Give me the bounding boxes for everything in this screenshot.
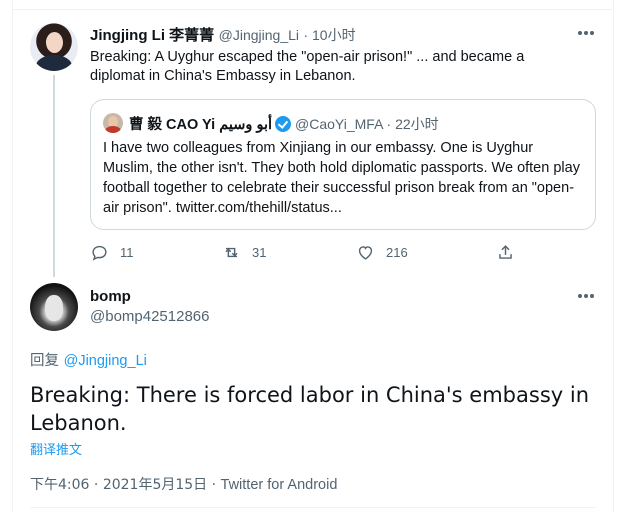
avatar-cao-yi xyxy=(103,113,123,133)
quoted-tweet-time: 22小时 xyxy=(395,116,439,132)
reply-more-icon[interactable] xyxy=(578,292,598,300)
retweet-count: 31 xyxy=(252,244,267,260)
tweet-date[interactable]: 2021年5月15日 xyxy=(103,477,207,493)
avatar-shoulders xyxy=(36,55,72,71)
quoted-tweet-card[interactable]: 曹 毅 CAO Yi أبو وسيم @CaoYi_MFA · 22小时 I h… xyxy=(90,99,596,230)
reply-author-handle[interactable]: @bomp42512866 xyxy=(90,308,210,325)
retweet-button[interactable]: 31 xyxy=(222,241,266,263)
avatar-mask xyxy=(45,295,63,321)
translate-tweet-link[interactable]: 翻译推文 xyxy=(30,439,82,458)
parent-author-handle[interactable]: @Jingjing_Li xyxy=(219,27,299,43)
replying-to-line: 回复 @Jingjing_Li xyxy=(30,349,147,370)
avatar-face xyxy=(46,32,63,53)
reply-count: 11 xyxy=(120,244,134,260)
tweet-meta-line: 下午4:06 · 2021年5月15日 · Twitter for Androi… xyxy=(30,474,337,494)
reply-author-name[interactable]: bomp xyxy=(90,288,131,305)
quoted-tweet-header: 曹 毅 CAO Yi أبو وسيم @CaoYi_MFA · 22小时 xyxy=(129,113,439,134)
quoted-tweet-text: I have two colleagues from Xinjiang in o… xyxy=(103,140,580,216)
verified-icon xyxy=(275,116,292,132)
replying-to-link[interactable]: @Jingjing_Li xyxy=(64,353,147,369)
parent-tweet-text: Breaking: A Uyghur escaped the "open-air… xyxy=(90,49,525,84)
share-button[interactable] xyxy=(496,241,515,263)
tweet-source[interactable]: Twitter for Android xyxy=(221,477,338,493)
parent-tweet-time[interactable]: 10小时 xyxy=(312,27,356,43)
reply-icon xyxy=(92,245,107,261)
quoted-separator: · xyxy=(382,116,396,132)
quoted-author-name: 曹 毅 CAO Yi أبو وسيم xyxy=(129,117,273,133)
avatar-bomp[interactable] xyxy=(30,283,78,331)
parent-author-name[interactable]: Jingjing Li 李菁菁 xyxy=(90,27,214,44)
tweet-time[interactable]: 下午4:06 xyxy=(30,477,89,493)
replying-to-prefix: 回复 xyxy=(30,353,59,369)
reply-button[interactable]: 11 xyxy=(90,241,134,263)
share-icon xyxy=(499,244,512,259)
bottom-divider xyxy=(30,507,596,508)
like-button[interactable]: 216 xyxy=(356,241,408,263)
like-count: 216 xyxy=(386,244,408,260)
meta-separator: · xyxy=(207,477,221,493)
avatar-jingjing-li[interactable] xyxy=(30,23,78,71)
like-icon xyxy=(358,245,373,260)
reply-tweet-text: Breaking: There is forced labor in China… xyxy=(30,383,590,435)
retweet-icon xyxy=(225,247,238,257)
avatar-shoulders xyxy=(105,126,121,133)
quoted-author-handle: @CaoYi_MFA xyxy=(295,116,383,132)
parent-more-icon[interactable] xyxy=(578,29,598,37)
tweet-action-bar: 11 31 216 xyxy=(90,241,530,263)
meta-separator: · xyxy=(89,477,103,493)
top-divider xyxy=(12,9,614,10)
thread-connector-line xyxy=(53,75,55,277)
parent-tweet-header: Jingjing Li 李菁菁 @Jingjing_Li · 10小时 xyxy=(90,24,356,45)
parent-separator: · xyxy=(303,27,313,43)
